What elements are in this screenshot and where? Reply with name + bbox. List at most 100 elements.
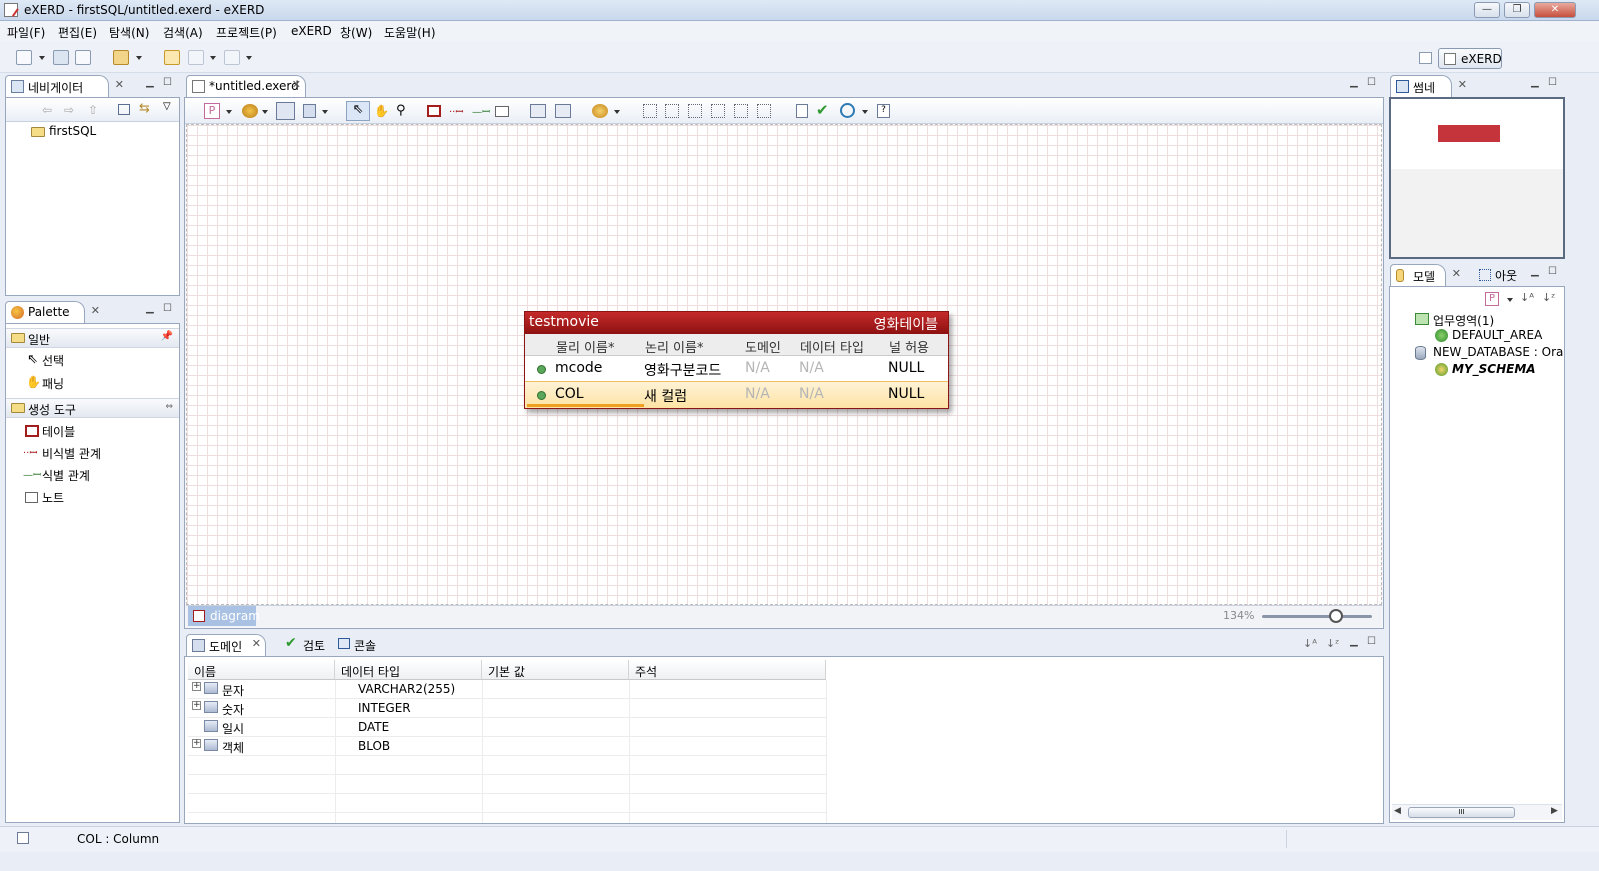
expand-icon[interactable]: +: [192, 739, 201, 748]
zoom-slider-handle[interactable]: [1328, 609, 1343, 623]
close-icon[interactable]: ✕: [91, 304, 100, 317]
back-arrow-icon[interactable]: ⇦: [42, 103, 52, 117]
minimize-icon[interactable]: ▁: [146, 77, 154, 88]
palette-section-create-tools[interactable]: 생성 도구 ⇔: [6, 398, 179, 418]
tab-model[interactable]: 모델 ✕: [1390, 264, 1461, 286]
dropdown-icon[interactable]: [1507, 298, 1513, 302]
tree-schema[interactable]: MY_SCHEMA: [1452, 362, 1536, 376]
tab-domain[interactable]: 도메인 ✕: [186, 634, 266, 656]
col-header-comment[interactable]: 주석: [629, 660, 826, 680]
menu-exerd[interactable]: eXERD: [291, 24, 332, 38]
align-middle-icon[interactable]: [734, 104, 748, 118]
tree-default-area[interactable]: DEFAULT_AREA: [1452, 328, 1542, 342]
fast-view-icon[interactable]: [17, 832, 29, 844]
table-row[interactable]: + 문자 VARCHAR2(255): [188, 680, 826, 699]
tab-review[interactable]: ✔ 검토: [283, 635, 325, 654]
view-menu-icon[interactable]: ▽: [163, 101, 171, 112]
palette-item-select[interactable]: 선택: [42, 352, 64, 369]
expand-icon[interactable]: +: [192, 682, 201, 691]
report-icon[interactable]: [796, 104, 808, 118]
pan-tool-icon[interactable]: ✋: [374, 104, 389, 118]
page-icon[interactable]: [303, 104, 316, 118]
color-icon[interactable]: [592, 104, 608, 118]
scroll-right-icon[interactable]: ▶: [1551, 806, 1558, 816]
palette-item-pan[interactable]: 패닝: [42, 375, 64, 392]
menu-edit[interactable]: 편집(E): [58, 24, 97, 41]
display-options-icon[interactable]: [242, 104, 258, 118]
layout-icon[interactable]: [276, 102, 295, 120]
forward-icon[interactable]: [224, 50, 240, 65]
minimize-icon[interactable]: ▁: [1350, 77, 1358, 88]
maximize-icon[interactable]: ☐: [163, 303, 172, 314]
entity-column-row-selected[interactable]: COL 새 컬럼 N/A N/A NULL: [525, 382, 948, 408]
scroll-thumb[interactable]: III: [1408, 807, 1515, 818]
save-icon[interactable]: [53, 50, 69, 65]
table-tool-icon[interactable]: [427, 105, 441, 117]
scroll-left-icon[interactable]: ◀: [1394, 806, 1401, 816]
maximize-icon[interactable]: ☐: [1548, 77, 1557, 88]
entity-testmovie[interactable]: testmovie 영화테이블 물리 이름* 논리 이름* 도메인 데이터 타입…: [524, 311, 949, 409]
new-icon[interactable]: [16, 50, 32, 65]
export-image-icon[interactable]: [530, 104, 546, 118]
sort-desc-icon[interactable]: ↓ᶻ: [1542, 291, 1555, 304]
up-icon[interactable]: ⇧: [88, 103, 98, 117]
tree-database[interactable]: NEW_DATABASE : Orac: [1433, 345, 1564, 359]
note-tool-icon[interactable]: [495, 106, 509, 117]
menu-search[interactable]: 검색(A): [163, 24, 203, 41]
thumbnail-panel[interactable]: [1389, 97, 1565, 259]
palette-item-table[interactable]: 테이블: [42, 423, 75, 440]
expand-icon[interactable]: +: [192, 701, 201, 710]
physical-view-icon[interactable]: P: [1485, 292, 1499, 306]
table-row[interactable]: + 객체 BLOB: [188, 737, 826, 756]
entity-column-row[interactable]: mcode 영화구분코드 N/A N/A NULL: [525, 356, 948, 382]
menu-window[interactable]: 창(W): [340, 24, 372, 41]
palette-section-general[interactable]: 일반 📌: [6, 328, 179, 348]
link-editor-icon[interactable]: ⇆: [139, 101, 150, 116]
sort-icon[interactable]: ↓ᴬ: [1520, 291, 1534, 304]
minimize-icon[interactable]: ▁: [146, 303, 154, 314]
dropdown-icon[interactable]: [614, 110, 620, 114]
sync-icon[interactable]: [840, 103, 855, 118]
menu-project[interactable]: 프로젝트(P): [216, 24, 277, 41]
zoom-slider[interactable]: [1262, 615, 1372, 618]
close-icon[interactable]: ✕: [1458, 78, 1467, 91]
select-tool-icon[interactable]: ⇖: [346, 101, 370, 121]
run-dropdown-icon[interactable]: [136, 56, 142, 60]
forward-dropdown-icon[interactable]: [246, 56, 252, 60]
maximize-icon[interactable]: ☐: [1367, 77, 1376, 88]
validate-icon[interactable]: ✔: [816, 101, 829, 119]
back-icon[interactable]: [188, 50, 204, 65]
tree-subject-area[interactable]: 업무영역(1): [1433, 312, 1494, 329]
tab-outline[interactable]: 아웃: [1478, 267, 1517, 284]
maximize-button[interactable]: ❐: [1504, 2, 1530, 18]
minimize-icon[interactable]: ▁: [1531, 77, 1539, 88]
palette-item-note[interactable]: 노트: [42, 489, 64, 506]
minimize-icon[interactable]: ▁: [1531, 266, 1539, 277]
col-header-default[interactable]: 기본 값: [482, 660, 629, 680]
tab-thumbnail[interactable]: 썸네일 ✕: [1390, 75, 1467, 112]
menu-help[interactable]: 도움말(H): [384, 24, 436, 41]
palette-item-identifying-relation[interactable]: 식별 관계: [42, 467, 90, 484]
close-icon[interactable]: ✕: [252, 637, 261, 650]
tab-editor-untitled[interactable]: *untitled.exerd ✕: [186, 75, 306, 97]
identifying-tool-icon[interactable]: —ꟷ: [472, 104, 490, 118]
help-icon[interactable]: ?: [877, 104, 890, 118]
align-center-icon[interactable]: [665, 104, 679, 118]
align-left-icon[interactable]: [643, 104, 657, 118]
print-icon[interactable]: [75, 50, 91, 65]
project-firstsql[interactable]: firstSQL: [49, 124, 96, 138]
tab-navigator[interactable]: 네비게이터 ✕: [5, 75, 124, 97]
align-top-icon[interactable]: [711, 104, 725, 118]
open-perspective-icon[interactable]: [1419, 52, 1432, 64]
close-icon[interactable]: ✕: [1452, 267, 1461, 280]
run-icon[interactable]: [113, 50, 129, 65]
table-row[interactable]: 일시 DATE: [188, 718, 826, 737]
palette-item-non-identifying-relation[interactable]: 비식별 관계: [42, 445, 101, 462]
tab-diagram[interactable]: diagram: [188, 606, 260, 626]
dropdown-icon[interactable]: [262, 110, 268, 114]
minimize-icon[interactable]: ▁: [1350, 636, 1358, 647]
close-icon[interactable]: ✕: [292, 78, 301, 91]
table-row[interactable]: + 숫자 INTEGER: [188, 699, 826, 718]
col-header-name[interactable]: 이름: [188, 660, 335, 680]
minimize-button[interactable]: —: [1474, 2, 1500, 18]
